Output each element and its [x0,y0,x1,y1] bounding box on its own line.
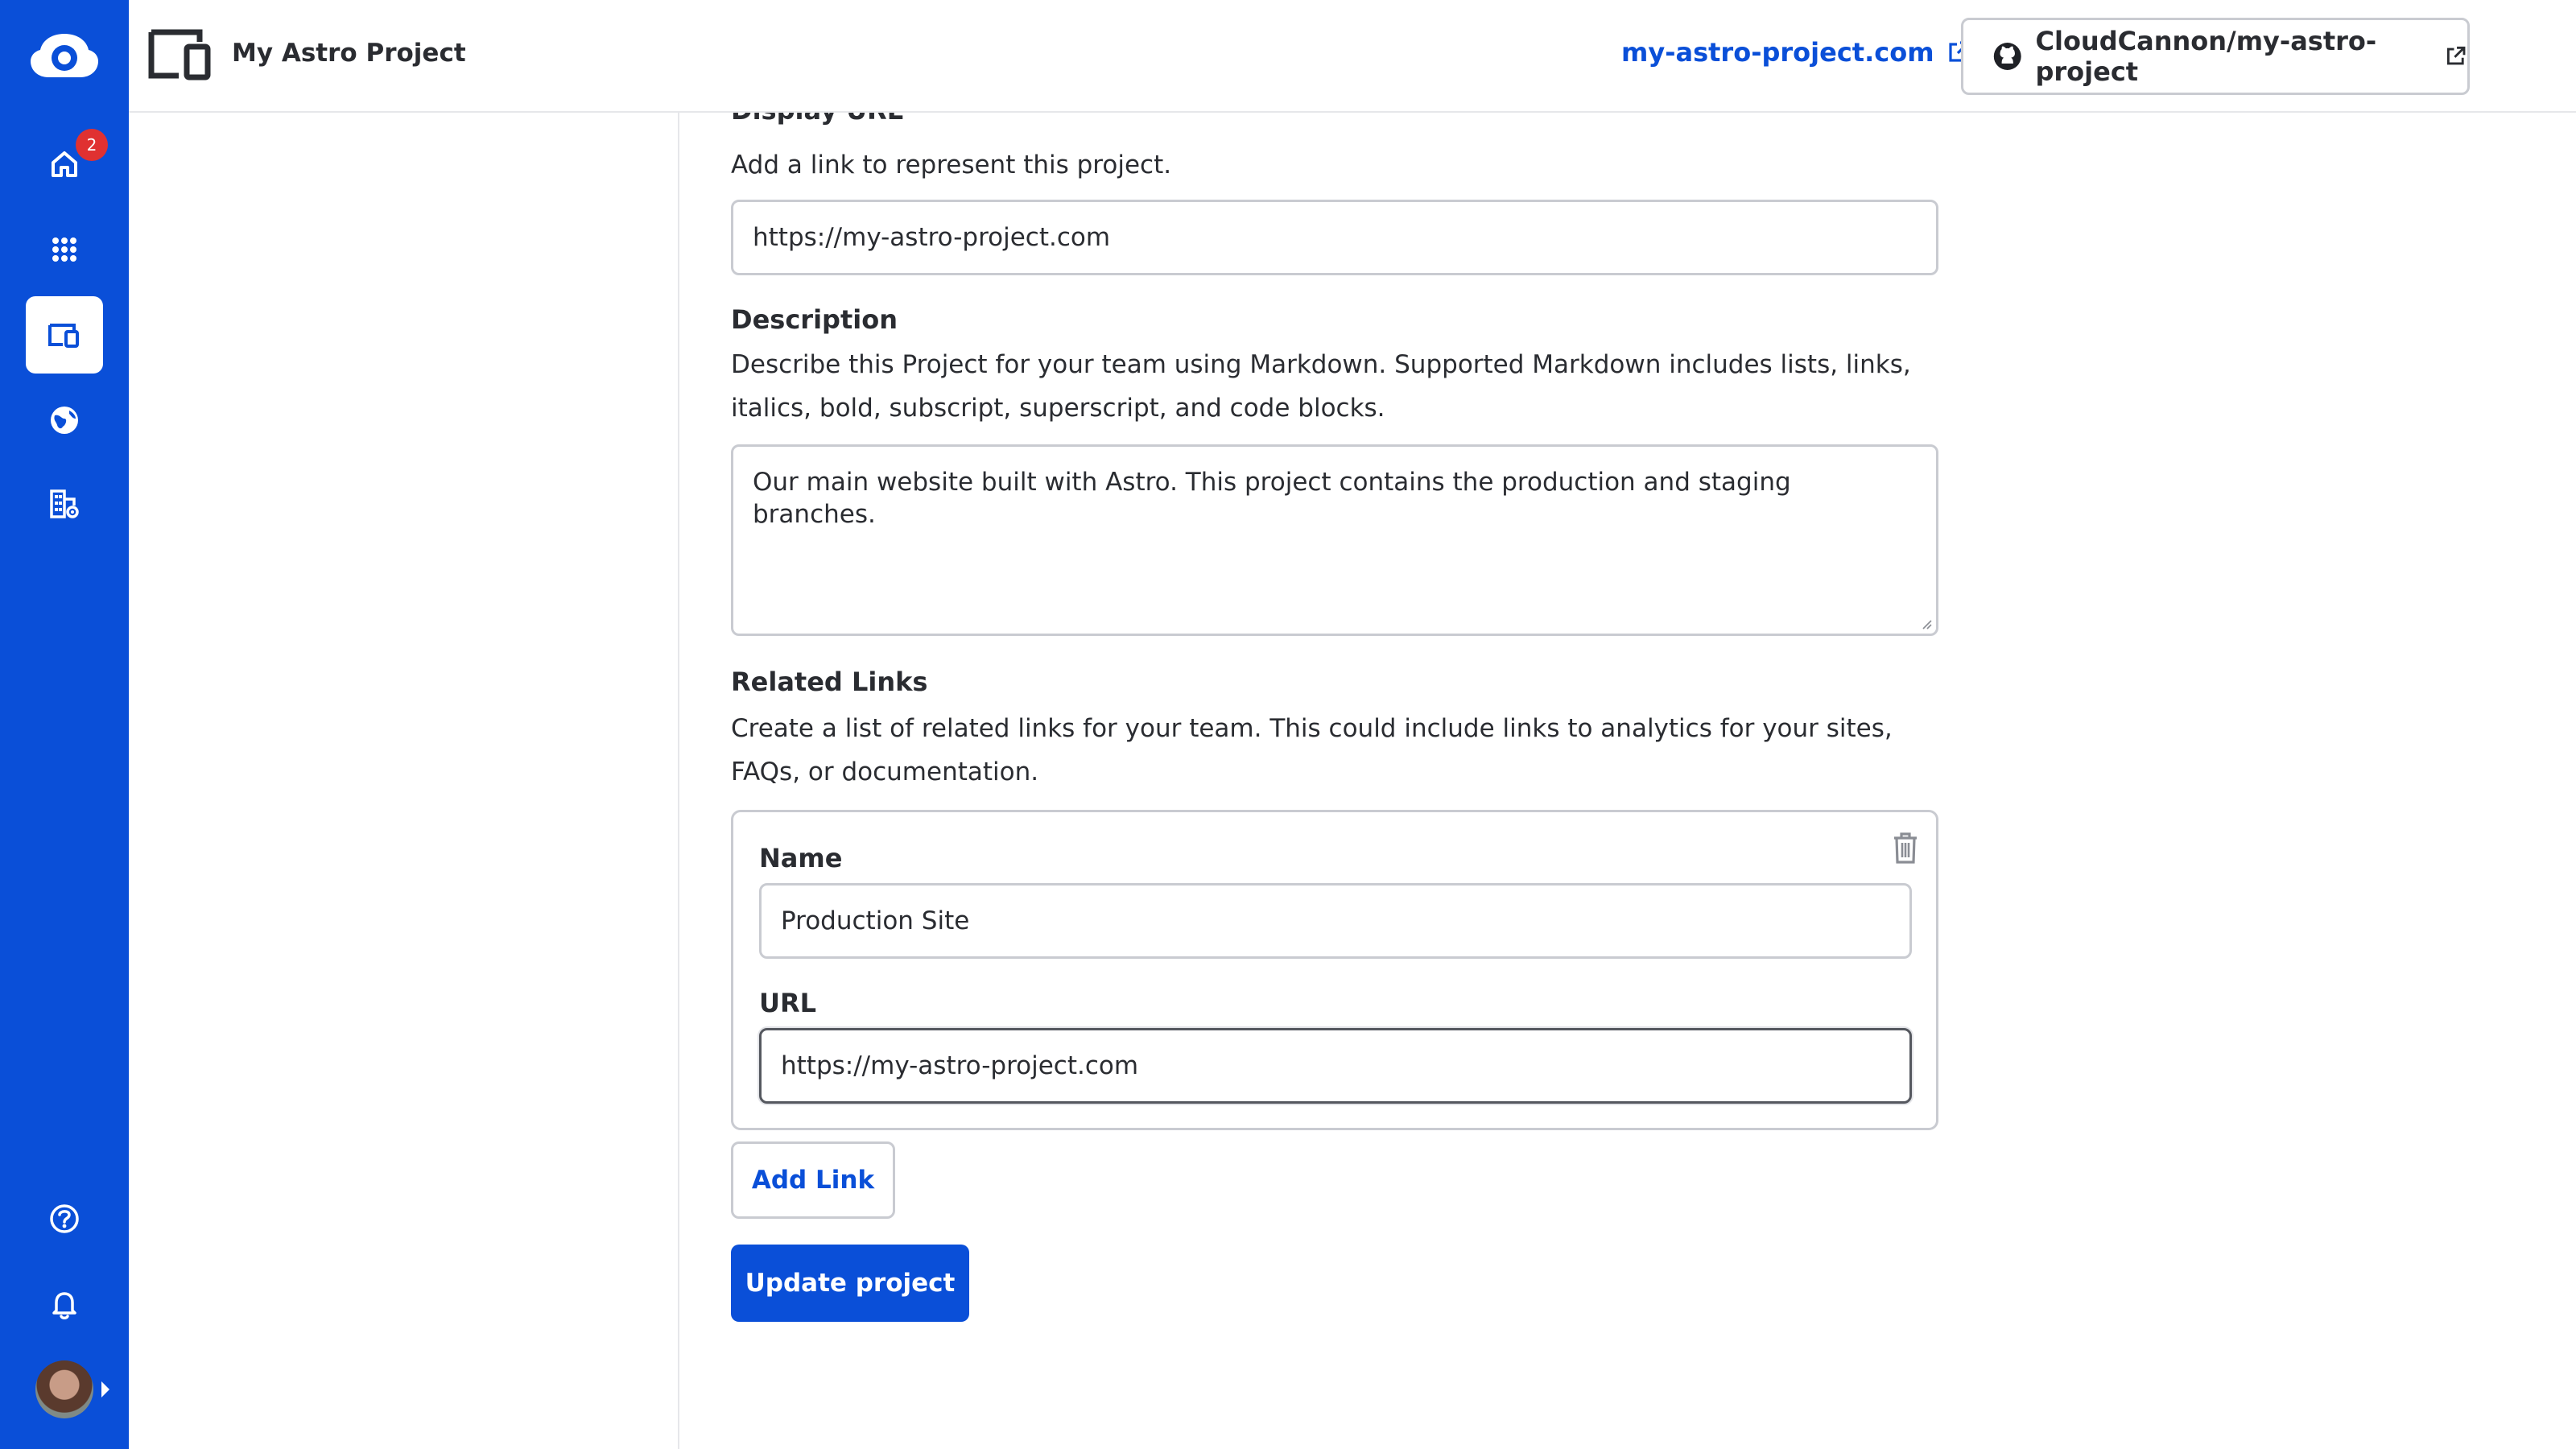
display-url-help: Add a link to represent this project. [731,151,1172,180]
site-link-label: my-astro-project.com [1621,37,1934,68]
link-name-label: Name [759,843,843,873]
update-project-button[interactable]: Update project [731,1245,969,1322]
rail-organization-button[interactable] [26,465,103,543]
link-url-input[interactable]: https://my-astro-project.com [759,1028,1912,1104]
grid-icon [52,237,76,262]
display-url-value: https://my-astro-project.com [753,223,1111,252]
description-value: Our main website built with Astro. This … [753,468,1791,529]
related-links-label: Related Links [731,667,928,697]
repository-label: CloudCannon/my-astro-project [2035,26,2377,87]
resize-handle-icon[interactable] [1920,617,1933,630]
content-left-gutter [129,113,678,1449]
link-name-input[interactable]: Production Site [759,883,1912,959]
rail-help-button[interactable] [26,1180,103,1257]
bell-icon [52,1292,76,1319]
link-url-label: URL [759,988,817,1018]
repository-button[interactable]: CloudCannon/my-astro-project [1961,18,2470,95]
project-icon [148,29,211,80]
rail-projects-button[interactable] [26,296,103,374]
user-avatar[interactable] [35,1360,93,1418]
globe-icon [51,407,78,434]
org-settings-icon [50,489,79,518]
description-textarea[interactable]: Our main website built with Astro. This … [731,444,1938,636]
rail-sites-button[interactable] [26,382,103,459]
top-bar: My Astro Project my-astro-project.com Cl… [129,0,2576,113]
description-help: Describe this Project for your team usin… [731,350,1911,423]
side-rail: 2 [0,0,129,1449]
related-link-item: Name Production Site URL https://my-astr… [731,810,1938,1130]
cloudcannon-logo-icon[interactable] [31,31,98,82]
external-link-icon [2447,46,2466,65]
project-title: My Astro Project [232,39,466,68]
site-link[interactable]: my-astro-project.com [1621,37,1971,68]
add-link-button[interactable]: Add Link [731,1141,895,1219]
display-url-label-clip: Display URL [731,113,972,132]
link-url-value: https://my-astro-project.com [781,1051,1139,1080]
trash-icon[interactable] [1889,830,1922,865]
notification-count-badge: 2 [76,129,108,161]
devices-icon [48,324,79,348]
rail-notifications-button[interactable] [26,1265,103,1343]
display-url-label: Display URL [731,113,903,126]
rail-apps-button[interactable] [26,211,103,288]
related-links-help: Create a list of related links for your … [731,714,1893,786]
display-url-input[interactable]: https://my-astro-project.com [731,200,1938,275]
caret-right-icon [101,1381,109,1397]
help-icon [50,1204,79,1233]
link-name-value: Production Site [781,906,970,935]
description-label: Description [731,304,898,335]
github-icon [1993,43,2021,70]
